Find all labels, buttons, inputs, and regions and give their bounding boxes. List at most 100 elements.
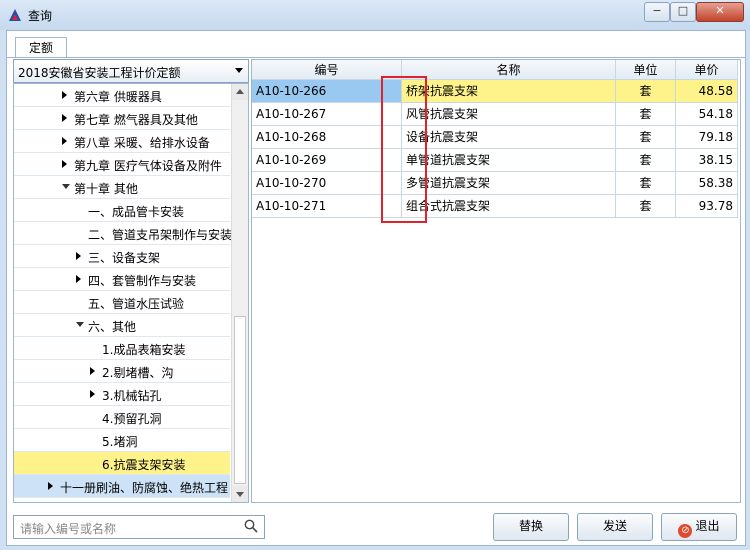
tree-item-label: 五、管道水压试验 [88,297,185,311]
price-cell[interactable]: 58.38 [676,172,738,195]
tree-item[interactable]: 第八章 采暖、给排水设备 [14,130,230,153]
expand-right-icon[interactable] [62,137,67,145]
tree-item-label: 第六章 供暖器具 [74,90,162,104]
unit-cell[interactable]: 套 [616,149,676,172]
search-icon[interactable] [244,519,258,533]
tree-item[interactable]: 十一册刷油、防腐蚀、绝热工程 [14,475,230,498]
scroll-up-button[interactable] [232,84,248,100]
chevron-down-icon[interactable] [235,68,243,73]
close-button[interactable]: ✕ [696,2,744,22]
tree-item-label: 第八章 采暖、给排水设备 [74,136,210,150]
col-header-unit[interactable]: 单位 [616,60,676,80]
quota-table[interactable]: 编号 名称 单位 单价 A10-10-266 桥架抗震支架套 48.58 A10-10-267… [251,59,741,503]
col-header-code[interactable]: 编号 [252,60,402,80]
name-cell[interactable]: 单管道抗震支架 [402,149,616,172]
tree-item-label: 二、管道支吊架制作与安装 [88,228,233,242]
scroll-down-button[interactable] [232,486,248,502]
code-cell[interactable]: A10-10-269 [252,149,402,172]
minimize-button[interactable]: − [644,2,670,22]
tree-item-label: 第七章 燃气器具及其他 [74,113,198,127]
price-cell[interactable]: 79.18 [676,126,738,149]
name-cell[interactable]: 风管抗震支架 [402,103,616,126]
tree-item[interactable]: 五、管道水压试验 [14,291,230,314]
tree-item[interactable]: 4.预留孔洞 [14,406,230,429]
tree-item-label: 2.剔堵槽、沟 [102,366,174,380]
tree-item[interactable]: 6.抗震支架安装 [14,452,230,475]
tree-item[interactable]: 3.机械钻孔 [14,383,230,406]
tree-item-label: 6.抗震支架安装 [102,458,186,472]
tree-item-label: 三、设备支架 [88,251,161,265]
tree-item[interactable]: 2.剔堵槽、沟 [14,360,230,383]
unit-cell[interactable]: 套 [616,172,676,195]
replace-button[interactable]: 替换 [493,513,569,541]
quota-book-select-value: 2018安徽省安装工程计价定额 [18,66,181,80]
col-header-price[interactable]: 单价 [676,60,738,80]
name-cell[interactable]: 多管道抗震支架 [402,172,616,195]
tree-item-label: 4.预留孔洞 [102,412,162,426]
tree-item[interactable]: 第十章 其他 [14,176,230,199]
arrow-up-icon [236,89,244,94]
unit-cell[interactable]: 套 [616,103,676,126]
title-bar: 查询 − □ ✕ [0,0,750,30]
search-placeholder: 请输入编号或名称 [20,522,117,536]
price-cell[interactable]: 38.15 [676,149,738,172]
send-button[interactable]: 发送 [577,513,653,541]
col-header-name[interactable]: 名称 [402,60,616,80]
tree-item-label: 3.机械钻孔 [102,389,162,403]
expand-right-icon[interactable] [62,160,67,168]
tree-item[interactable]: 四、套管制作与安装 [14,268,230,291]
expand-right-icon[interactable] [90,367,95,375]
tree-item[interactable]: 一、成品管卡安装 [14,199,230,222]
tree-item[interactable]: 第九章 医疗气体设备及附件 [14,153,230,176]
unit-column-highlight [381,76,427,223]
name-cell[interactable]: 组合式抗震支架 [402,195,616,218]
quota-book-select[interactable]: 2018安徽省安装工程计价定额 [13,59,249,83]
expand-right-icon[interactable] [76,252,81,260]
expand-right-icon[interactable] [76,275,81,283]
tree-scrollbar[interactable] [231,84,248,502]
search-input[interactable]: 请输入编号或名称 [13,515,265,539]
name-cell[interactable]: 设备抗震支架 [402,126,616,149]
code-cell[interactable]: A10-10-271 [252,195,402,218]
tree-item[interactable]: 六、其他 [14,314,230,337]
tree-item-label: 十一册刷油、防腐蚀、绝热工程 [60,481,229,495]
tree-item[interactable]: 第七章 燃气器具及其他 [14,107,230,130]
code-cell[interactable]: A10-10-266 [252,80,402,103]
tree-item[interactable]: 1.成品表箱安装 [14,337,230,360]
tree-item-label: 1.成品表箱安装 [102,343,186,357]
window-title: 查询 [28,9,53,23]
tree-item-label: 第九章 医疗气体设备及附件 [74,159,222,173]
expand-right-icon[interactable] [90,390,95,398]
price-cell[interactable]: 93.78 [676,195,738,218]
tree-item[interactable]: 第六章 供暖器具 [14,84,230,107]
expand-right-icon[interactable] [62,114,67,122]
arrow-down-icon [236,492,244,497]
code-cell[interactable]: A10-10-268 [252,126,402,149]
tree-item-label: 5.堵洞 [102,435,138,449]
exit-button[interactable]: ⊘ 退出 [661,513,737,541]
restore-button[interactable]: □ [670,2,696,22]
price-cell[interactable]: 48.58 [676,80,738,103]
expand-down-icon[interactable] [62,184,70,189]
unit-cell[interactable]: 套 [616,195,676,218]
scroll-thumb[interactable] [234,316,246,484]
tree-item[interactable]: 5.堵洞 [14,429,230,452]
unit-cell[interactable]: 套 [616,126,676,149]
expand-down-icon[interactable] [76,322,84,327]
tree-item[interactable]: 二、管道支吊架制作与安装 [14,222,233,245]
code-cell[interactable]: A10-10-270 [252,172,402,195]
tab-quota[interactable]: 定额 [15,37,67,58]
tree-item[interactable]: 三、设备支架 [14,245,230,268]
name-cell[interactable]: 桥架抗震支架 [402,80,616,103]
code-cell[interactable]: A10-10-267 [252,103,402,126]
expand-right-icon[interactable] [48,482,53,490]
exit-icon: ⊘ [678,524,693,538]
tab-divider [7,57,745,58]
exit-button-label: 退出 [695,519,720,533]
expand-right-icon[interactable] [62,91,67,99]
app-logo-icon [9,9,21,21]
tree-item-label: 第十章 其他 [74,182,138,196]
unit-cell[interactable]: 套 [616,80,676,103]
chapter-tree[interactable]: 十一册刷油、防腐蚀、绝热工程 6.抗震支架安装 5.堵洞 4.预留孔洞 3.机械钻孔 2.… [13,83,249,503]
price-cell[interactable]: 54.18 [676,103,738,126]
